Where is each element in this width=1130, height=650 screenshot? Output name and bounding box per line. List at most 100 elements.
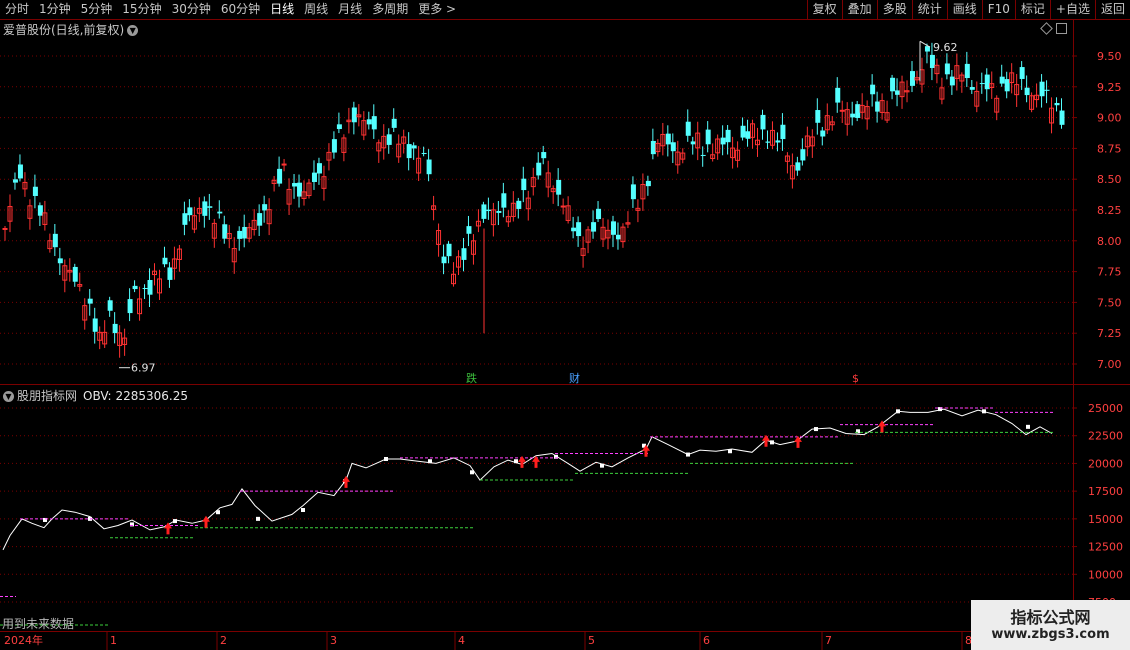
obv-tick-label: 22500 (1088, 430, 1123, 443)
obv-marker (216, 510, 220, 515)
event-marker: 跌 (466, 371, 477, 385)
event-marker: 财 (569, 371, 580, 385)
candle-body (17, 164, 23, 179)
candle-body (979, 83, 985, 85)
future-data-note: 用到未来数据 (2, 617, 75, 631)
chevron-down-icon[interactable]: ▼ (3, 391, 14, 402)
candle-body (257, 213, 263, 226)
obv-marker (686, 452, 690, 457)
price-tick-label: 7.75 (1097, 266, 1122, 279)
stock-chart[interactable]: 9.50 9.25 9.00 8.75 8.50 8.25 8.00 7.75 7.50 7.25… (0, 0, 1130, 650)
candle-body (1044, 89, 1050, 91)
candle-body (780, 124, 786, 140)
candle-body (107, 300, 113, 311)
candle-body (207, 206, 213, 208)
price-tick-label: 7.25 (1097, 327, 1122, 340)
candle-body (441, 256, 447, 264)
candle-body (486, 209, 492, 212)
indicator-title[interactable]: ▼ 股朋指标网 OBV: 2285306.25 (3, 387, 188, 404)
buy-arrow (518, 455, 526, 468)
candle-body (670, 142, 676, 152)
month-label: 3 (330, 634, 337, 647)
obv-marker (896, 409, 900, 414)
price-tick-label: 7.00 (1097, 358, 1122, 371)
month-label: 2 (220, 634, 227, 647)
candle-body (466, 226, 472, 234)
candle-body (12, 179, 18, 183)
candle-body (984, 74, 990, 90)
candle-body (182, 213, 188, 225)
candle-body (740, 125, 746, 138)
candle-body (850, 113, 856, 118)
candle-body (645, 180, 651, 187)
buy-arrow (342, 475, 350, 488)
obv-marker (1026, 424, 1030, 429)
candle-body (371, 116, 377, 130)
candle-body (237, 230, 243, 239)
year-label: 2024年 (4, 633, 43, 647)
candle-body (202, 201, 208, 216)
candle-body (297, 182, 303, 197)
month-label: 4 (458, 634, 465, 647)
obv-tick-label: 10000 (1088, 568, 1123, 581)
candle-body (92, 318, 98, 332)
main-chart-title[interactable]: 爱普股份(日线,前复权) ▼ (3, 21, 139, 38)
candle-body (536, 162, 542, 176)
stock-name-label: 爱普股份(日线,前复权) (3, 23, 125, 37)
candle-body (630, 184, 636, 200)
price-tick-label: 8.75 (1097, 142, 1122, 155)
candle-body (949, 76, 955, 86)
candle-body (720, 137, 726, 145)
obv-tick-label: 12500 (1088, 541, 1123, 554)
chevron-down-icon[interactable]: ▼ (127, 25, 139, 36)
candle-body (556, 179, 562, 195)
candle-body (895, 90, 901, 95)
candle-body (964, 63, 970, 79)
candle-body (1059, 110, 1065, 125)
candle-body (336, 124, 342, 130)
candle-body (685, 121, 691, 136)
obv-marker (982, 409, 986, 414)
candle-body (112, 323, 118, 334)
event-marker: $ (852, 372, 859, 385)
candle-body (969, 87, 975, 90)
candle-body (576, 222, 582, 237)
candle-body (1039, 81, 1045, 97)
candle-body (1054, 102, 1060, 106)
price-tick-label: 9.25 (1097, 81, 1122, 94)
candle-body (700, 154, 706, 156)
candle-body (596, 208, 602, 220)
obv-marker (600, 463, 604, 468)
month-label: 5 (588, 634, 595, 647)
candle-body (281, 163, 287, 166)
candle-body (167, 267, 173, 280)
candle-body (147, 280, 153, 295)
window-toggle-icon[interactable] (1056, 23, 1067, 34)
candle-body (222, 224, 228, 239)
month-label: 6 (703, 634, 710, 647)
obv-marker (384, 456, 388, 461)
high-price-label: 9.62 (933, 41, 958, 54)
candle-body (929, 54, 935, 68)
obv-label: OBV: (83, 389, 112, 403)
obv-tick-label: 15000 (1088, 513, 1123, 526)
month-label: 1 (110, 634, 117, 647)
indicator-name: 股朋指标网 (17, 389, 78, 403)
candle-body (411, 145, 417, 149)
candle-body (571, 227, 577, 232)
candle-body (1004, 79, 1010, 92)
obv-line (2, 408, 1053, 551)
month-label: 7 (825, 634, 832, 647)
candle-body (591, 222, 597, 232)
diamond-icon[interactable] (1040, 22, 1053, 35)
candle-body (705, 129, 711, 145)
candle-body (725, 129, 731, 143)
obv-tick-label: 25000 (1088, 402, 1123, 415)
obv-marker (301, 507, 305, 512)
candle-body (127, 299, 133, 314)
obv-marker (173, 519, 177, 524)
candle-body (650, 140, 656, 155)
watermark-url: www.zbgs3.com (991, 627, 1110, 642)
candle-body (32, 186, 38, 196)
candle-body (87, 298, 93, 304)
